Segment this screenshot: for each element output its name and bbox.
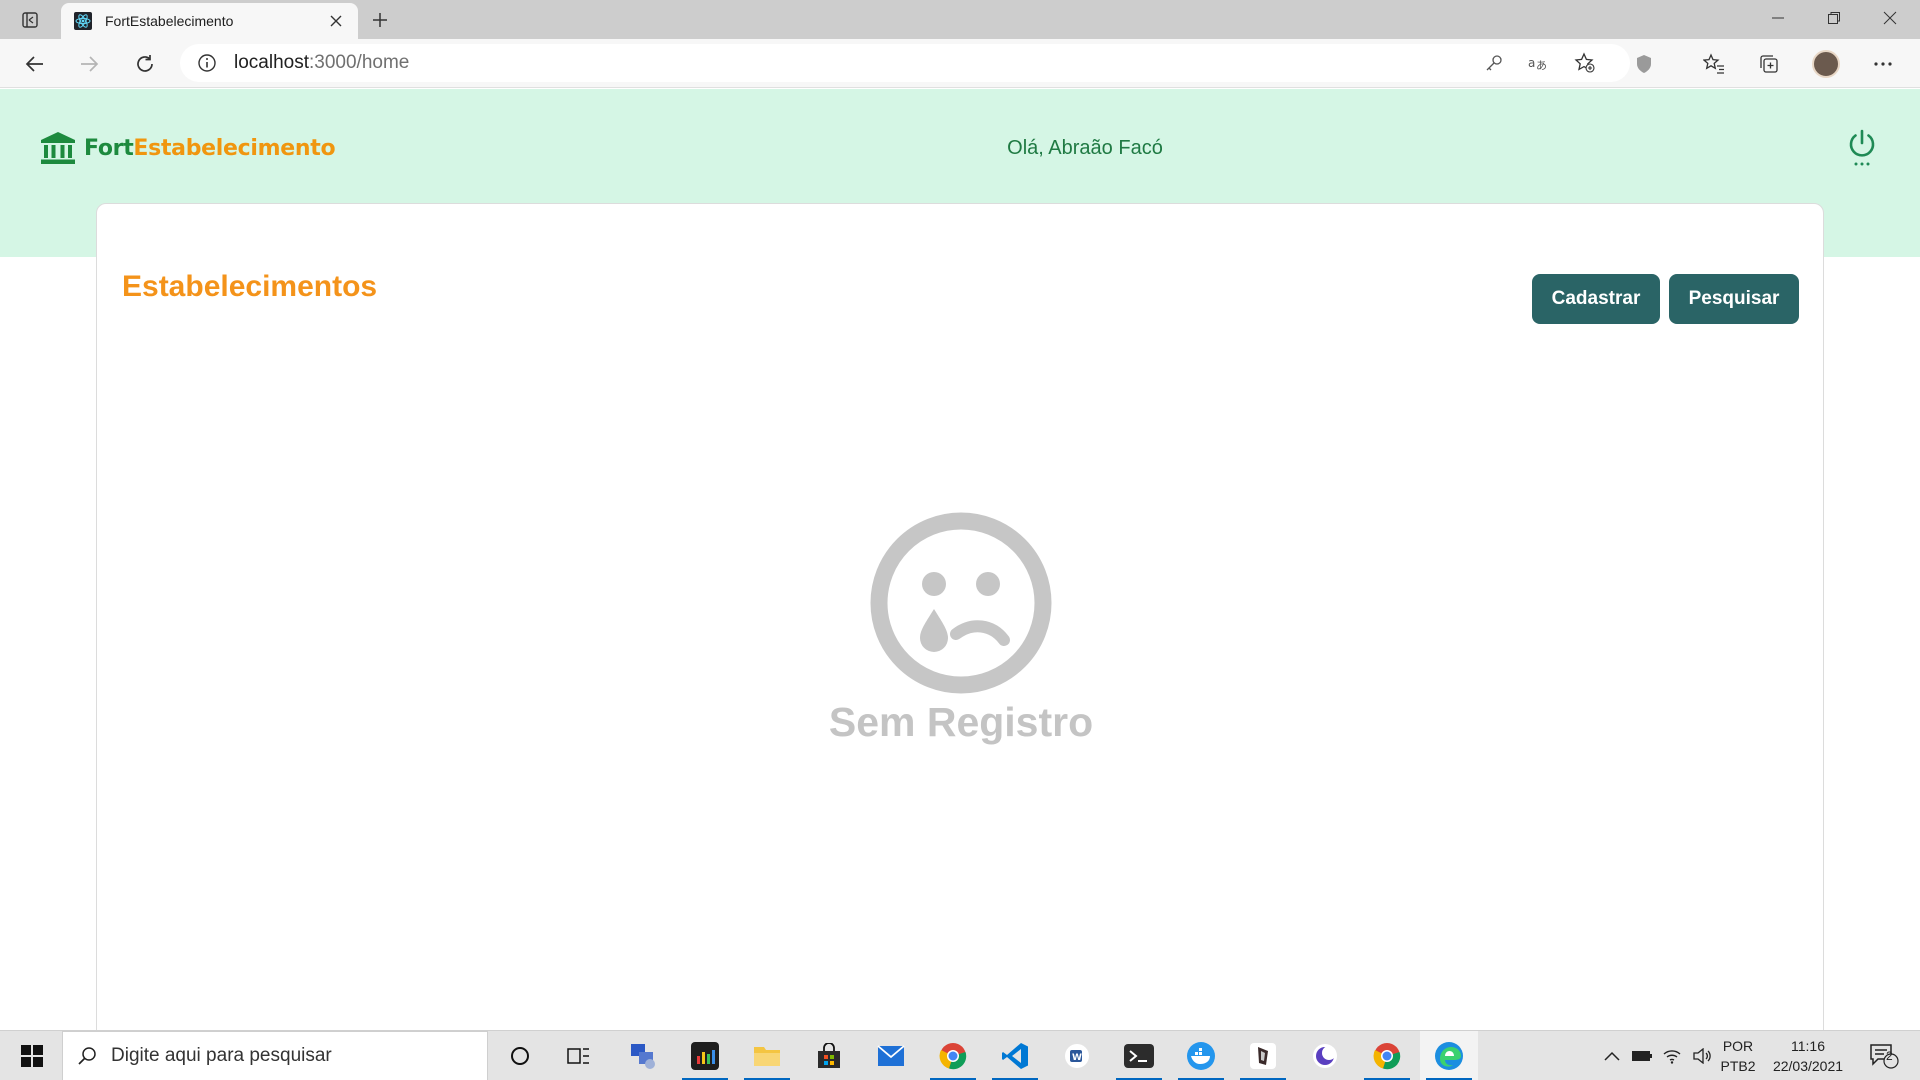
avatar: [1812, 50, 1840, 78]
profile-avatar[interactable]: [1808, 47, 1844, 81]
restore-icon[interactable]: [1806, 0, 1862, 36]
browser-tab[interactable]: FortEstabelecimento: [61, 3, 358, 39]
show-hidden-icons-icon[interactable]: [1598, 1031, 1626, 1080]
translate-icon[interactable]: aあ: [1523, 47, 1555, 79]
taskbar: Digite aqui para pesquisar W POR PTB2 11…: [0, 1030, 1920, 1080]
react-icon: [73, 11, 93, 31]
keyboard-layout: PTB2: [1720, 1058, 1756, 1074]
battery-icon[interactable]: [1628, 1031, 1656, 1080]
windows-start-icon[interactable]: [8, 1031, 56, 1080]
svg-text:a: a: [1528, 56, 1535, 70]
edge-icon[interactable]: [1420, 1031, 1478, 1080]
add-favorite-icon[interactable]: [1569, 47, 1601, 79]
file-explorer-icon[interactable]: [738, 1031, 796, 1080]
chrome-icon[interactable]: [924, 1031, 982, 1080]
site-info-icon[interactable]: [196, 52, 218, 74]
notifications-button[interactable]: 2: [1862, 1031, 1906, 1080]
insomnia-app-icon[interactable]: [1234, 1031, 1292, 1080]
vscode-icon[interactable]: [986, 1031, 1044, 1080]
refresh-icon[interactable]: [128, 47, 162, 81]
taskbar-search-placeholder: Digite aqui para pesquisar: [111, 1045, 332, 1066]
network-app-icon[interactable]: [614, 1031, 672, 1080]
logout-button[interactable]: [1844, 127, 1880, 169]
search-icon: [78, 1047, 96, 1065]
close-window-icon[interactable]: [1862, 0, 1918, 36]
collections-icon[interactable]: [1751, 47, 1787, 81]
volume-icon[interactable]: [1688, 1031, 1716, 1080]
moon-app-icon[interactable]: [1296, 1031, 1354, 1080]
favorites-icon[interactable]: [1696, 47, 1732, 81]
register-button[interactable]: Cadastrar: [1532, 274, 1660, 324]
greeting-container: Olá, Abraão Facó: [0, 137, 1920, 160]
word-app-icon[interactable]: W: [1048, 1031, 1106, 1080]
address-bar[interactable]: localhost:3000/home: [180, 44, 1630, 82]
tab-actions-icon[interactable]: [16, 8, 44, 32]
user-greeting: Olá, Abraão Facó: [1007, 137, 1163, 159]
terminal-app-square: [691, 1042, 719, 1070]
page-title: Estabelecimentos: [122, 270, 378, 303]
taskbar-search-input[interactable]: Digite aqui para pesquisar: [62, 1031, 488, 1080]
url-path: :3000/home: [309, 52, 410, 73]
url-text: localhost:3000/home: [234, 52, 409, 74]
browser-tab-bar: FortEstabelecimento: [0, 0, 1920, 39]
task-view-icon[interactable]: [550, 1031, 608, 1080]
forward-icon[interactable]: [72, 47, 106, 81]
wifi-icon[interactable]: [1658, 1031, 1686, 1080]
cmd-square: [1124, 1044, 1154, 1068]
terminal-app-icon[interactable]: [676, 1031, 734, 1080]
notification-count: 2: [1886, 1049, 1893, 1063]
new-tab-icon[interactable]: [366, 6, 394, 34]
search-button[interactable]: Pesquisar: [1669, 274, 1799, 324]
clock[interactable]: 11:16 22/03/2021: [1764, 1031, 1852, 1080]
svg-text:W: W: [1072, 1053, 1082, 1063]
shield-extension-icon[interactable]: [1626, 47, 1662, 81]
empty-message: Sem Registro: [828, 699, 1094, 745]
power-icon: [1849, 129, 1875, 166]
close-tab-icon[interactable]: [326, 11, 346, 31]
cortana-icon[interactable]: [491, 1031, 549, 1080]
chrome-secondary-icon[interactable]: [1358, 1031, 1416, 1080]
more-options-icon[interactable]: [1865, 47, 1901, 81]
tab-title: FortEstabelecimento: [105, 13, 234, 29]
key-icon[interactable]: [1478, 47, 1510, 79]
back-icon[interactable]: [18, 47, 52, 81]
docker-icon[interactable]: [1172, 1031, 1230, 1080]
language-code: POR: [1722, 1038, 1754, 1054]
command-prompt-icon[interactable]: [1110, 1031, 1168, 1080]
minimize-icon[interactable]: [1750, 0, 1806, 36]
action-center-icon: [1870, 1044, 1899, 1069]
svg-text:あ: あ: [1536, 59, 1547, 72]
url-host: localhost: [234, 52, 309, 73]
clock-date: 22/03/2021: [1772, 1058, 1844, 1074]
input-language-indicator[interactable]: POR PTB2: [1716, 1031, 1760, 1080]
empty-state: Sem Registro: [97, 512, 1825, 746]
store-icon[interactable]: [800, 1031, 858, 1080]
establishments-card: Estabelecimentos Cadastrar Pesquisar Sem…: [96, 203, 1824, 1080]
clock-time: 11:16: [1791, 1038, 1825, 1054]
sad-crying-face-icon: [870, 512, 1052, 694]
mail-icon[interactable]: [862, 1031, 920, 1080]
